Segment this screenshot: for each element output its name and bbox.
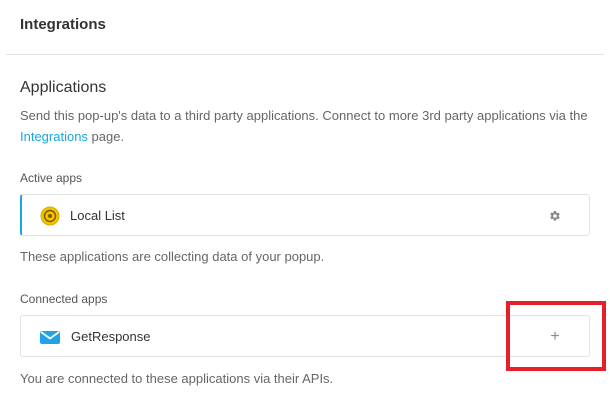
connected-apps-helper: You are connected to these applications … xyxy=(20,371,334,386)
app-card-local-list[interactable]: Local List xyxy=(20,194,590,236)
app-name-getresponse: GetResponse xyxy=(71,329,151,344)
applications-description: Send this pop-up's data to a third party… xyxy=(20,105,590,147)
integrations-link[interactable]: Integrations xyxy=(20,129,88,144)
active-apps-label: Active apps xyxy=(20,171,83,185)
getresponse-envelope-icon xyxy=(39,327,60,347)
page-header: Integrations xyxy=(6,0,604,55)
active-apps-helper: These applications are collecting data o… xyxy=(20,249,325,264)
page-title: Integrations xyxy=(20,16,106,33)
description-text: Send this pop-up's data to a third party… xyxy=(20,108,588,123)
app-name-local-list: Local List xyxy=(70,208,125,223)
applications-title: Applications xyxy=(20,79,107,96)
connected-apps-label: Connected apps xyxy=(20,292,108,306)
local-list-icon xyxy=(40,206,60,226)
gear-icon[interactable] xyxy=(545,206,565,226)
description-text-end: page. xyxy=(87,129,125,144)
plus-icon[interactable]: + xyxy=(545,327,565,347)
app-card-getresponse[interactable]: GetResponse + xyxy=(20,315,590,357)
